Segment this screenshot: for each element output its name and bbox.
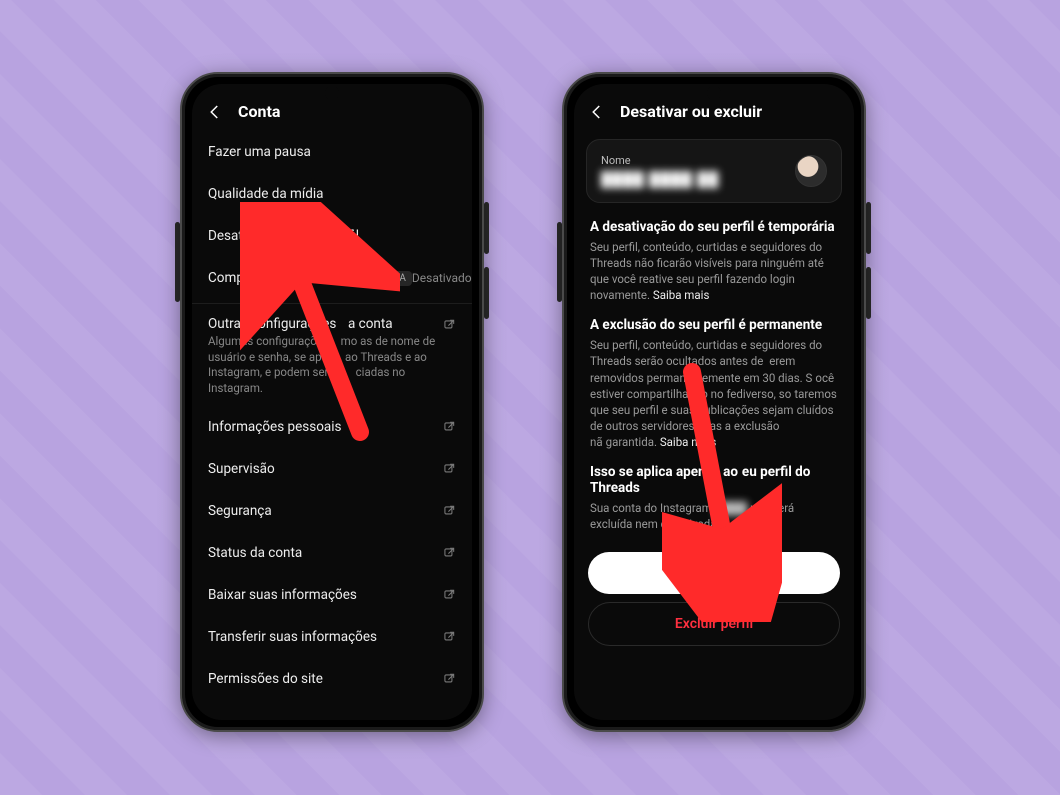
item-label: Desativar ou excluir perfil (208, 228, 359, 244)
item-label: Segurança (208, 503, 272, 519)
external-link-icon (442, 504, 456, 518)
item-label: Baixar suas informações (208, 587, 357, 603)
external-link-icon (442, 546, 456, 560)
external-link-icon (442, 462, 456, 476)
back-arrow-icon[interactable] (206, 103, 224, 121)
section-heading: A desativação do seu perfil é temporária (590, 219, 838, 235)
left-phone-frame: Conta Fazer uma pausa Qualidade da mídia… (180, 72, 484, 732)
section-heading: A exclusão do seu perfil é permanente (590, 317, 838, 333)
item-supervision[interactable]: Supervisão (192, 448, 472, 490)
item-label: Status da conta (208, 545, 302, 561)
profile-card[interactable]: Nome ████ ████ ██ (586, 139, 842, 203)
learn-more-link[interactable]: Saiba mais (653, 288, 710, 302)
item-personal-info[interactable]: Informações pessoais (192, 406, 472, 448)
external-link-icon (442, 588, 456, 602)
threads-only-info-section: Isso se aplica apenas ao.eu perfil do Th… (574, 458, 854, 540)
external-link-icon (442, 672, 456, 686)
deactivation-info-section: A desativação do seu perfil é temporária… (574, 213, 854, 311)
section-heading: Isso se aplica apenas ao.eu perfil do Th… (590, 464, 838, 496)
page-title: Desativar ou excluir (620, 102, 762, 121)
deactivate-profile-button[interactable]: Desativar perfil (588, 552, 840, 594)
phone-side-button (866, 267, 871, 319)
section-body: Sua conta do Instagram ████ não será exc… (590, 500, 838, 532)
learn-more-link[interactable]: Saiba mais (660, 435, 717, 449)
back-arrow-icon[interactable] (588, 103, 606, 121)
item-deactivate-delete-profile[interactable]: Desativar ou excluir perfil (192, 215, 472, 257)
item-label: Transferir suas informações (208, 629, 377, 645)
section-title-part1: Outras configurações (208, 316, 336, 332)
external-link-icon (442, 630, 456, 644)
beta-badge: BETA (376, 271, 412, 286)
item-media-quality[interactable]: Qualidade da mídia (192, 173, 472, 215)
external-link-icon (442, 420, 456, 434)
avatar (795, 155, 827, 187)
section-desc: Algumas configurações .. mo as de nome d… (208, 334, 456, 396)
item-security[interactable]: Segurança (192, 490, 472, 532)
fediverse-status: Desativado (412, 271, 472, 285)
external-link-icon[interactable] (442, 318, 456, 332)
item-label: Qualidade da mídia (208, 186, 323, 202)
delete-profile-button[interactable]: Excluir perfil (588, 602, 840, 646)
item-share-fediverse[interactable]: Compartilhame..diverso BETA Desativado (192, 257, 472, 299)
other-settings-section: Outras configurações . a conta Algumas c… (192, 303, 472, 400)
item-site-permissions[interactable]: Permissões do site (192, 658, 472, 700)
phone-side-button (484, 202, 489, 254)
username-blurred: ████ (715, 501, 748, 515)
right-phone-frame: Desativar ou excluir Nome ████ ████ ██ A… (562, 72, 866, 732)
item-label: Informações pessoais (208, 419, 341, 435)
item-account-status[interactable]: Status da conta (192, 532, 472, 574)
item-pause[interactable]: Fazer uma pausa (192, 131, 472, 173)
camera-notch (325, 86, 339, 100)
section-body: Seu perfil, conteúdo, curtidas e seguido… (590, 337, 838, 450)
item-label-part2: diverso (324, 270, 368, 286)
deletion-info-section: A exclusão do seu perfil é permanente Se… (574, 311, 854, 458)
section-title-part2: a conta (348, 316, 393, 332)
item-transfer-info[interactable]: Transferir suas informações (192, 616, 472, 658)
phone-side-button (866, 202, 871, 254)
screen-deactivate-delete: Desativar ou excluir Nome ████ ████ ██ A… (574, 84, 854, 720)
item-label: Supervisão (208, 461, 275, 477)
item-label: Permissões do site (208, 671, 323, 687)
item-label-part1: Compartilhame (208, 270, 301, 286)
phone-side-button (484, 267, 489, 319)
profile-card-label: Nome (601, 154, 719, 167)
page-title: Conta (238, 102, 280, 121)
profile-name-blurred: ████ ████ ██ (601, 171, 719, 188)
item-label: Fazer uma pausa (208, 144, 311, 160)
item-download-info[interactable]: Baixar suas informações (192, 574, 472, 616)
section-body: Seu perfil, conteúdo, curtidas e seguido… (590, 239, 838, 303)
screen-account: Conta Fazer uma pausa Qualidade da mídia… (192, 84, 472, 720)
camera-notch (707, 86, 721, 100)
